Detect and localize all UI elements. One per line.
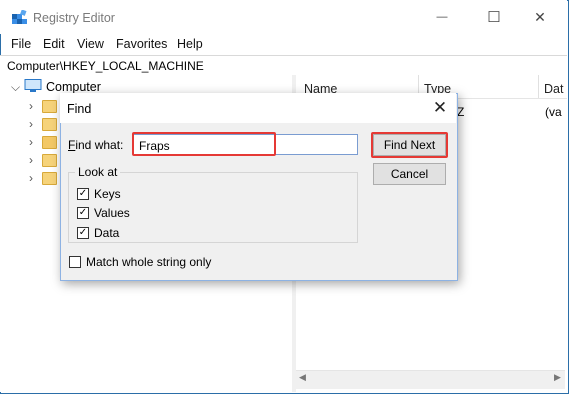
list-row-data[interactable]: (va xyxy=(545,105,562,119)
menu-view[interactable]: View xyxy=(77,37,104,51)
checkbox-values[interactable]: ✓ xyxy=(77,207,89,219)
chevron-right-icon[interactable]: › xyxy=(29,171,33,185)
window-title: Registry Editor xyxy=(33,11,115,25)
checkbox-match-whole[interactable] xyxy=(69,256,81,268)
list-row-type[interactable]: Z xyxy=(457,105,464,119)
close-icon: ✕ xyxy=(534,8,546,25)
checkbox-match-whole-label[interactable]: Match whole string only xyxy=(86,255,211,269)
folder-icon xyxy=(42,100,57,113)
checkbox-data-label[interactable]: Data xyxy=(94,226,119,240)
chevron-right-icon[interactable]: › xyxy=(29,153,33,167)
find-dialog-title-bar xyxy=(60,93,456,123)
look-at-label: Look at xyxy=(75,165,121,179)
menu-edit[interactable]: Edit xyxy=(43,37,65,51)
folder-icon xyxy=(42,172,57,185)
minimize-button[interactable]: — xyxy=(419,0,465,34)
checkbox-keys-label[interactable]: Keys xyxy=(94,187,121,201)
menu-favorites[interactable]: Favorites xyxy=(116,37,167,51)
maximize-button[interactable]: ☐ xyxy=(471,0,517,34)
checkbox-keys[interactable]: ✓ xyxy=(77,188,89,200)
close-icon[interactable]: ✕ xyxy=(428,97,452,119)
scroll-left-icon[interactable]: ◀ xyxy=(299,372,306,383)
folder-icon xyxy=(42,154,57,167)
folder-icon xyxy=(42,118,57,131)
scroll-right-icon[interactable]: ▶ xyxy=(554,372,561,383)
column-header-data[interactable]: Dat xyxy=(544,82,563,96)
chevron-right-icon[interactable]: › xyxy=(29,135,33,149)
checkbox-values-label[interactable]: Values xyxy=(94,206,130,220)
find-what-label: Find what: xyxy=(68,138,124,152)
find-dialog-title: Find xyxy=(67,102,92,116)
input-highlight-box xyxy=(132,132,276,156)
address-path[interactable]: Computer\HKEY_LOCAL_MACHINE xyxy=(7,59,204,73)
horizontal-scrollbar[interactable] xyxy=(296,370,565,389)
chevron-right-icon[interactable]: › xyxy=(29,99,33,113)
column-divider[interactable] xyxy=(538,75,539,98)
close-button[interactable]: ✕ xyxy=(517,0,563,34)
maximize-icon: ☐ xyxy=(487,9,501,26)
registry-app-icon xyxy=(12,10,27,24)
find-next-highlight-box xyxy=(371,132,448,158)
menu-help[interactable]: Help xyxy=(177,37,203,51)
chevron-right-icon[interactable]: › xyxy=(29,117,33,131)
cancel-button[interactable]: Cancel xyxy=(373,163,446,185)
checkbox-data[interactable]: ✓ xyxy=(77,227,89,239)
menu-file[interactable]: File xyxy=(11,37,31,51)
minimize-icon: — xyxy=(436,11,448,23)
tree-root-computer[interactable]: Computer xyxy=(46,80,101,94)
folder-icon xyxy=(42,136,57,149)
computer-icon xyxy=(24,79,42,92)
chevron-down-icon[interactable]: ⌵ xyxy=(11,80,20,95)
